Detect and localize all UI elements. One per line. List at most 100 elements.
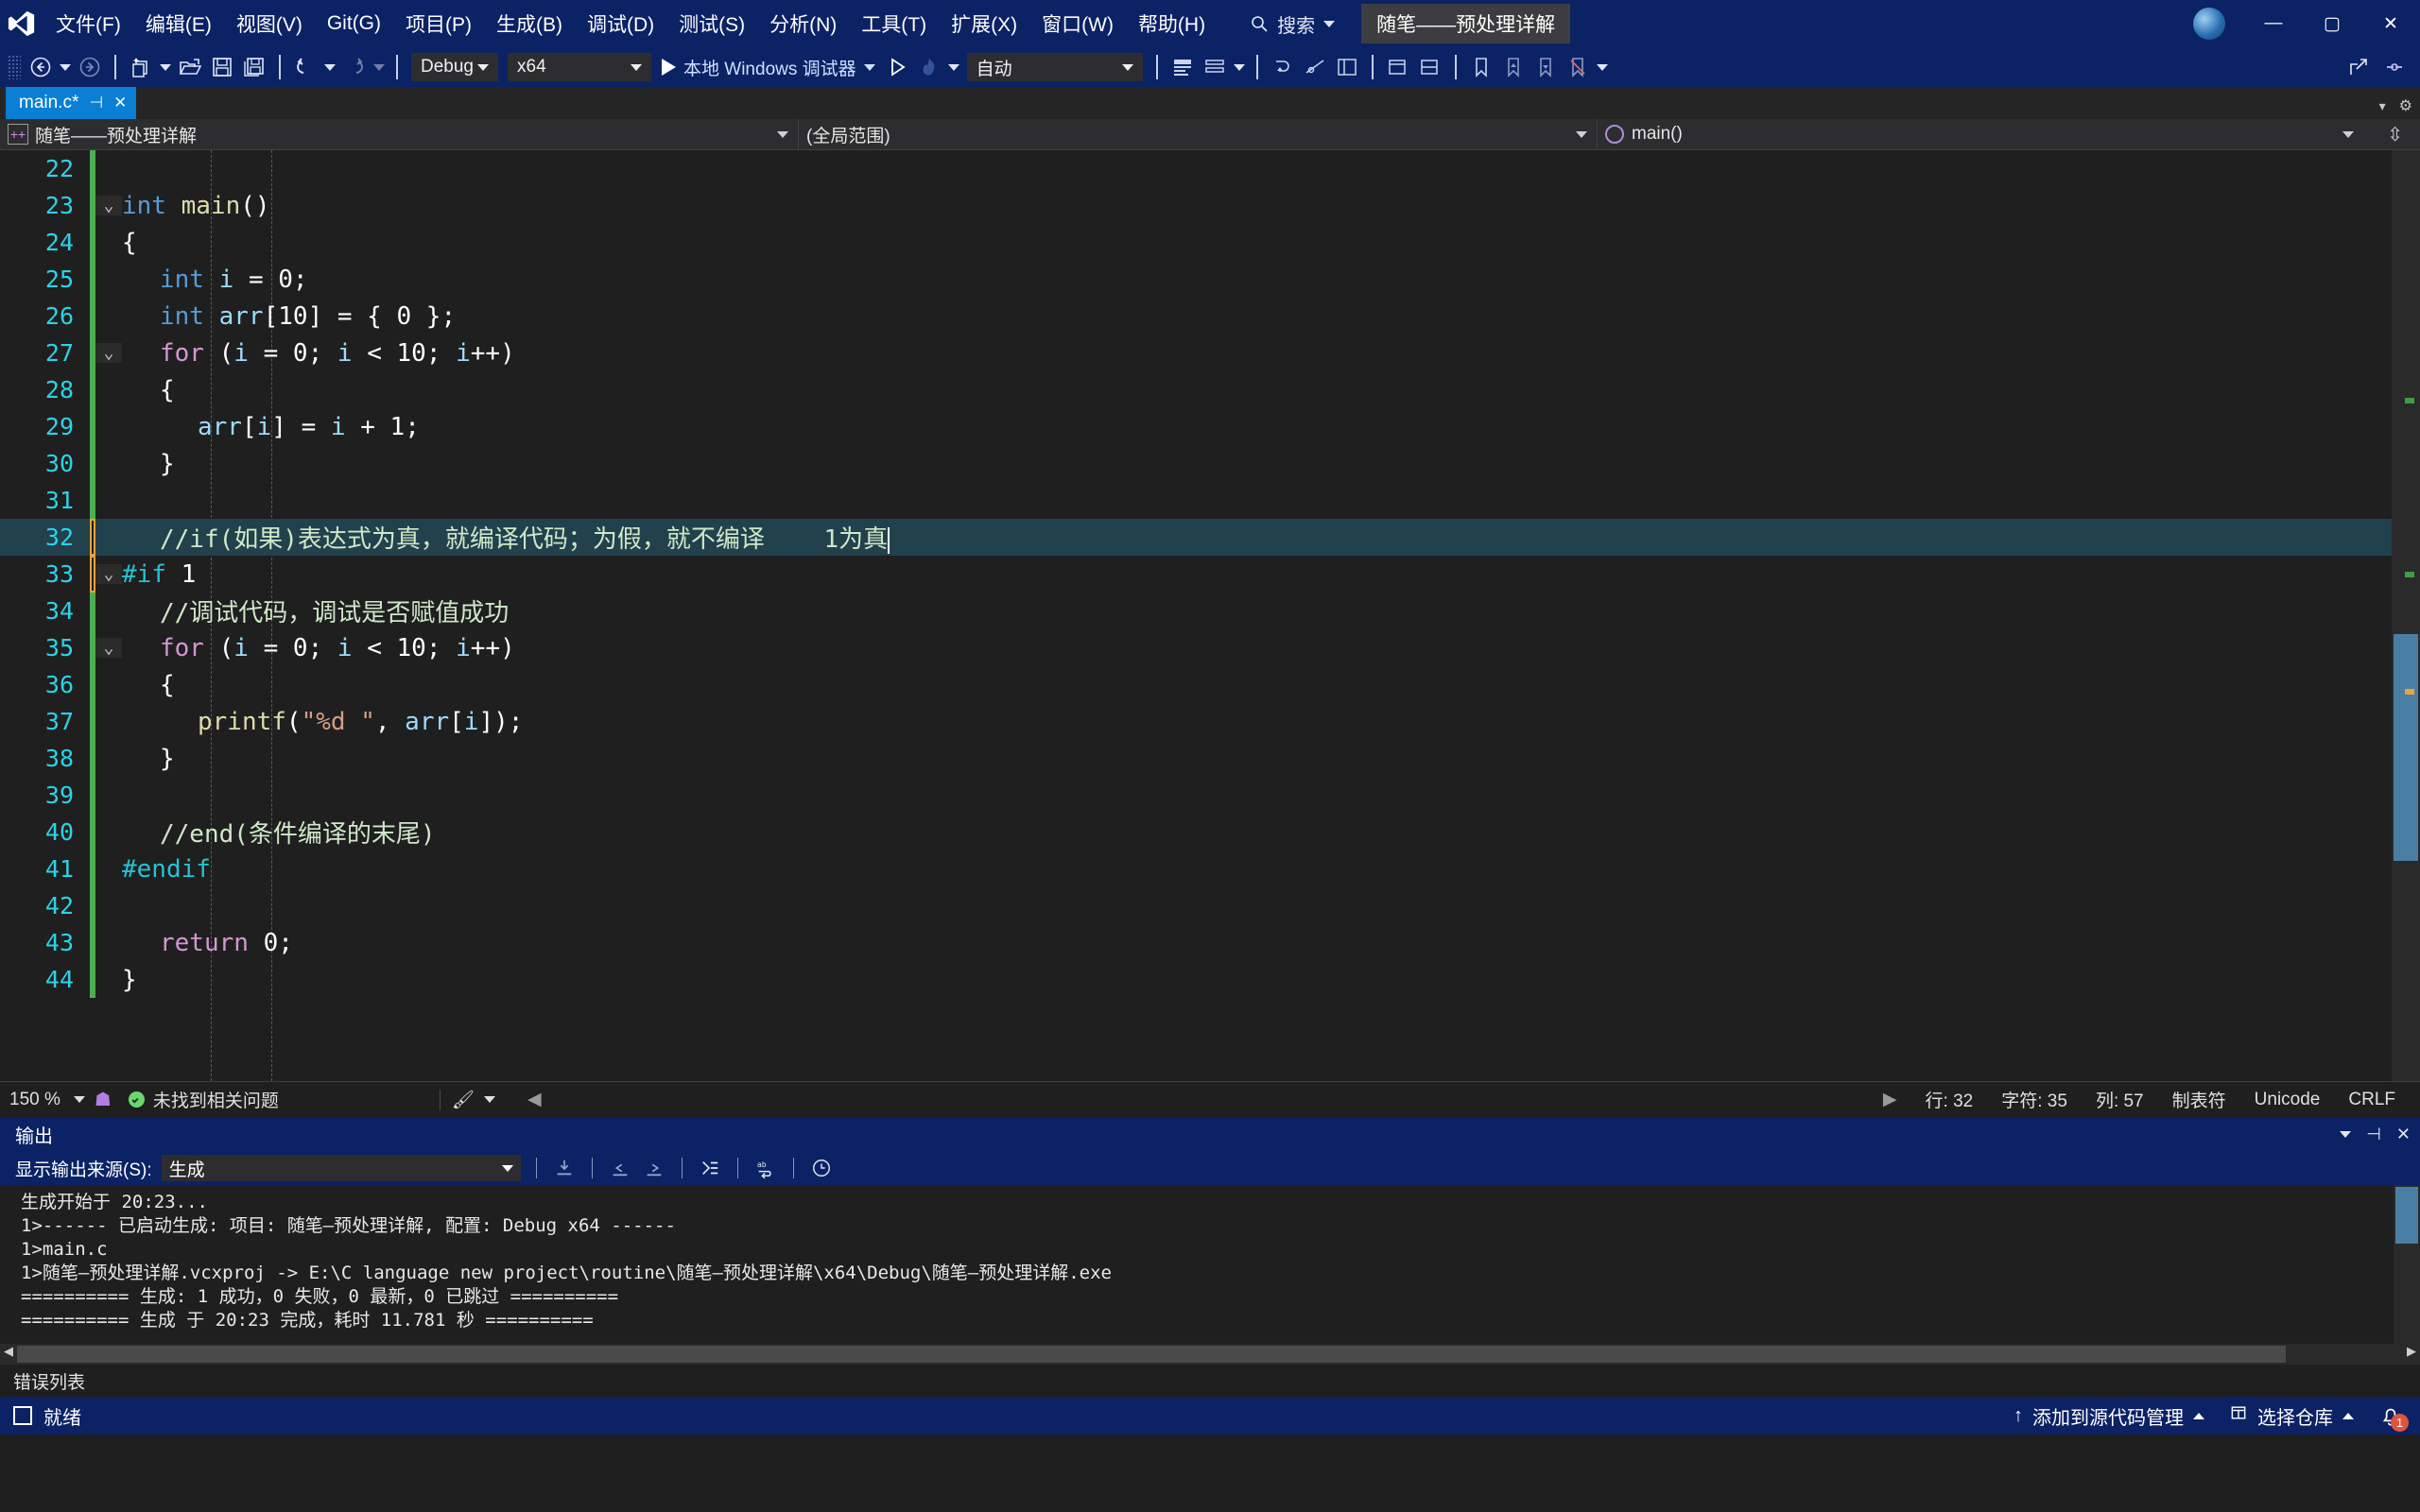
start-debug-button[interactable]: 本地 Windows 调试器 — [656, 51, 881, 83]
close-icon[interactable]: ✕ — [2396, 1125, 2411, 1144]
close-button[interactable]: ✕ — [2361, 0, 2420, 47]
auto-combo[interactable]: 自动 — [966, 53, 1143, 81]
bookmark-icon[interactable] — [1465, 51, 1497, 83]
tab-main-c[interactable]: main.c* ⊣ ✕ — [6, 87, 137, 119]
code-line-38[interactable]: 38} — [0, 740, 2420, 777]
scroll-left-icon[interactable]: ◀ — [0, 1344, 17, 1365]
navigate-back-dropdown-icon[interactable] — [57, 51, 74, 83]
code-line-30[interactable]: 30} — [0, 445, 2420, 482]
bookmark-next-icon[interactable] — [1530, 51, 1562, 83]
menu-item-4[interactable]: 项目(P) — [393, 0, 484, 47]
code-line-36[interactable]: 36 { — [0, 666, 2420, 703]
chevron-down-icon[interactable] — [483, 1096, 495, 1103]
comment-icon[interactable] — [1199, 51, 1231, 83]
menu-item-5[interactable]: 生成(B) — [484, 0, 575, 47]
error-list-tab[interactable]: 错误列表 — [0, 1365, 2420, 1397]
code-line-37[interactable]: 37 printf("%d ", arr[i]); — [0, 703, 2420, 740]
fold-toggle-icon[interactable]: ⌄ — [95, 564, 122, 584]
menu-item-3[interactable]: Git(G) — [315, 0, 393, 47]
fold-toggle-icon[interactable]: ⌄ — [95, 343, 122, 363]
chevron-down-icon[interactable] — [863, 63, 875, 71]
clear-bookmarks-icon[interactable] — [1562, 51, 1594, 83]
share-icon[interactable] — [2342, 51, 2375, 83]
undo-dropdown-icon[interactable] — [321, 51, 338, 83]
split-window-icon[interactable] — [1414, 51, 1446, 83]
live-share-icon[interactable] — [2378, 51, 2411, 83]
hot-reload-dropdown-icon[interactable] — [945, 51, 962, 83]
code-line-24[interactable]: 24 { — [0, 224, 2420, 261]
scroll-left-icon[interactable]: ◀ — [527, 1089, 542, 1110]
toolbar-grip[interactable] — [8, 55, 21, 79]
code-editor[interactable]: 22 23 ⌄ int main() 24{25 int i = 0; 26 int arr[… — [0, 150, 2420, 1081]
output-source-combo[interactable]: 生成 — [161, 1155, 521, 1181]
step-into-icon[interactable] — [1267, 51, 1299, 83]
scroll-right-icon[interactable]: ▶ — [1883, 1089, 1897, 1110]
new-project-dropdown-icon[interactable] — [157, 51, 174, 83]
split-editor-icon[interactable]: ⇳ — [2387, 123, 2412, 146]
output-hscroll-thumb[interactable] — [17, 1346, 2286, 1363]
code-line-34[interactable]: 34 //调试代码，调试是否赋值成功 — [0, 593, 2420, 629]
open-file-icon[interactable] — [174, 51, 206, 83]
start-without-debugging-icon[interactable] — [881, 51, 913, 83]
comment-dropdown-icon[interactable] — [1231, 51, 1248, 83]
code-line-41[interactable]: 41 #endif — [0, 850, 2420, 887]
menu-item-6[interactable]: 调试(D) — [575, 0, 666, 47]
code-line-25[interactable]: 25 int i = 0; — [0, 261, 2420, 298]
menu-item-10[interactable]: 扩展(X) — [939, 0, 1029, 47]
clear-all-icon[interactable] — [698, 1156, 722, 1180]
chevron-down-icon[interactable] — [1323, 20, 1336, 27]
output-vertical-scrollbar[interactable] — [2394, 1185, 2420, 1344]
code-line-31[interactable]: 31 — [0, 482, 2420, 519]
save-icon[interactable] — [206, 51, 238, 83]
code-line-23[interactable]: 23 ⌄ int main() — [0, 187, 2420, 224]
go-to-next-message-icon[interactable] — [642, 1156, 666, 1180]
window-layout-icon[interactable] — [1331, 51, 1363, 83]
add-to-source-control-button[interactable]: ↑ 添加到源代码管理 — [2014, 1402, 2204, 1430]
toggle-word-wrap-icon[interactable]: ab — [753, 1156, 778, 1180]
find-message-icon[interactable] — [552, 1156, 577, 1180]
chevron-down-icon[interactable]: ▾ — [2379, 98, 2386, 114]
code-line-39[interactable]: 39 — [0, 777, 2420, 814]
menu-item-2[interactable]: 视图(V) — [224, 0, 315, 47]
fold-toggle-icon[interactable]: ⌄ — [95, 638, 122, 658]
editor-scroll-thumb[interactable] — [2394, 634, 2418, 861]
output-scroll-thumb[interactable] — [2395, 1187, 2418, 1244]
intellicode-icon[interactable]: ☗ — [95, 1088, 112, 1111]
save-all-icon[interactable] — [238, 51, 270, 83]
code-line-35[interactable]: 35 ⌄ for (i = 0; i < 10; i++) — [0, 629, 2420, 666]
select-all-icon[interactable] — [1167, 51, 1199, 83]
code-line-26[interactable]: 26 int arr[10] = { 0 }; — [0, 298, 2420, 335]
hot-reload-icon[interactable] — [913, 51, 945, 83]
code-line-27[interactable]: 27 ⌄ for (i = 0; i < 10; i++) — [0, 335, 2420, 371]
fold-toggle-icon[interactable]: ⌄ — [95, 196, 122, 215]
navbar-scope-combo[interactable]: (全局范围) — [799, 118, 1598, 150]
navbar-function-combo[interactable]: main() ⇳ — [1598, 119, 2420, 150]
code-line-43[interactable]: 43 return 0; — [0, 924, 2420, 961]
chevron-down-icon[interactable] — [2340, 1130, 2352, 1138]
zoom-combo[interactable]: 150 % — [0, 1090, 95, 1110]
output-text-area[interactable]: 生成开始于 20:23... 1>------ 已启动生成: 项目: 随笔—预处理… — [0, 1185, 2420, 1344]
bookmark-prev-icon[interactable] — [1497, 51, 1530, 83]
code-cleanup-icon[interactable]: 🖌 — [452, 1089, 475, 1111]
navigate-to-icon[interactable] — [1299, 51, 1331, 83]
code-line-44[interactable]: 44} — [0, 961, 2420, 998]
menu-item-11[interactable]: 窗口(W) — [1029, 0, 1126, 47]
search-box[interactable]: 搜索 — [1250, 0, 1336, 47]
menu-item-0[interactable]: 文件(F) — [43, 0, 133, 47]
minimize-button[interactable]: — — [2244, 0, 2303, 47]
platform-combo[interactable]: x64 — [508, 53, 651, 81]
menu-item-8[interactable]: 分析(N) — [757, 0, 849, 47]
select-repository-button[interactable]: 选择仓库 — [2229, 1402, 2354, 1430]
code-line-42[interactable]: 42 — [0, 887, 2420, 924]
pin-icon[interactable]: ⊣ — [89, 94, 103, 112]
scroll-right-icon[interactable]: ▶ — [2403, 1344, 2420, 1365]
configuration-combo[interactable]: Debug — [411, 53, 498, 81]
close-icon[interactable]: ✕ — [113, 94, 127, 112]
undo-icon[interactable] — [289, 51, 321, 83]
maximize-button[interactable]: ▢ — [2303, 0, 2361, 47]
navigate-back-icon[interactable] — [25, 51, 57, 83]
editor-vertical-scrollbar[interactable] — [2392, 150, 2420, 1081]
notifications-button[interactable]: 1 — [2378, 1403, 2409, 1432]
navbar-project-combo[interactable]: ++ 随笔——预处理详解 — [0, 118, 799, 150]
code-line-28[interactable]: 28 { — [0, 371, 2420, 408]
